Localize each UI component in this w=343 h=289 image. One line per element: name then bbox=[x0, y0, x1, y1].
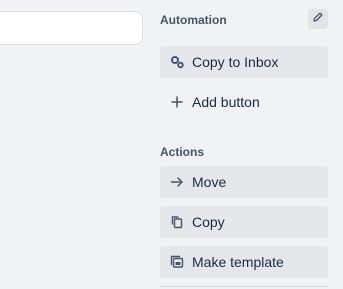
arrow-right-icon bbox=[169, 174, 185, 190]
gears-icon bbox=[169, 54, 185, 70]
copy-to-inbox-button[interactable]: Copy to Inbox bbox=[160, 46, 328, 78]
divider bbox=[160, 286, 328, 287]
copy-icon bbox=[169, 214, 185, 230]
move-label: Move bbox=[192, 174, 227, 190]
copy-label: Copy bbox=[192, 214, 225, 230]
actions-section-title: Actions bbox=[160, 145, 205, 159]
edit-automation-button[interactable] bbox=[308, 9, 328, 29]
add-button-button[interactable]: Add button bbox=[160, 86, 328, 118]
template-icon bbox=[169, 254, 185, 270]
make-template-button[interactable]: Make template bbox=[160, 246, 328, 278]
make-template-label: Make template bbox=[192, 254, 284, 270]
copy-to-inbox-label: Copy to Inbox bbox=[192, 54, 279, 70]
move-button[interactable]: Move bbox=[160, 166, 328, 198]
pencil-icon bbox=[312, 10, 324, 28]
automation-section-title: Automation bbox=[160, 13, 227, 27]
copy-button[interactable]: Copy bbox=[160, 206, 328, 238]
card-content-field[interactable] bbox=[0, 11, 143, 45]
plus-icon bbox=[169, 94, 185, 110]
add-button-label: Add button bbox=[192, 94, 260, 110]
